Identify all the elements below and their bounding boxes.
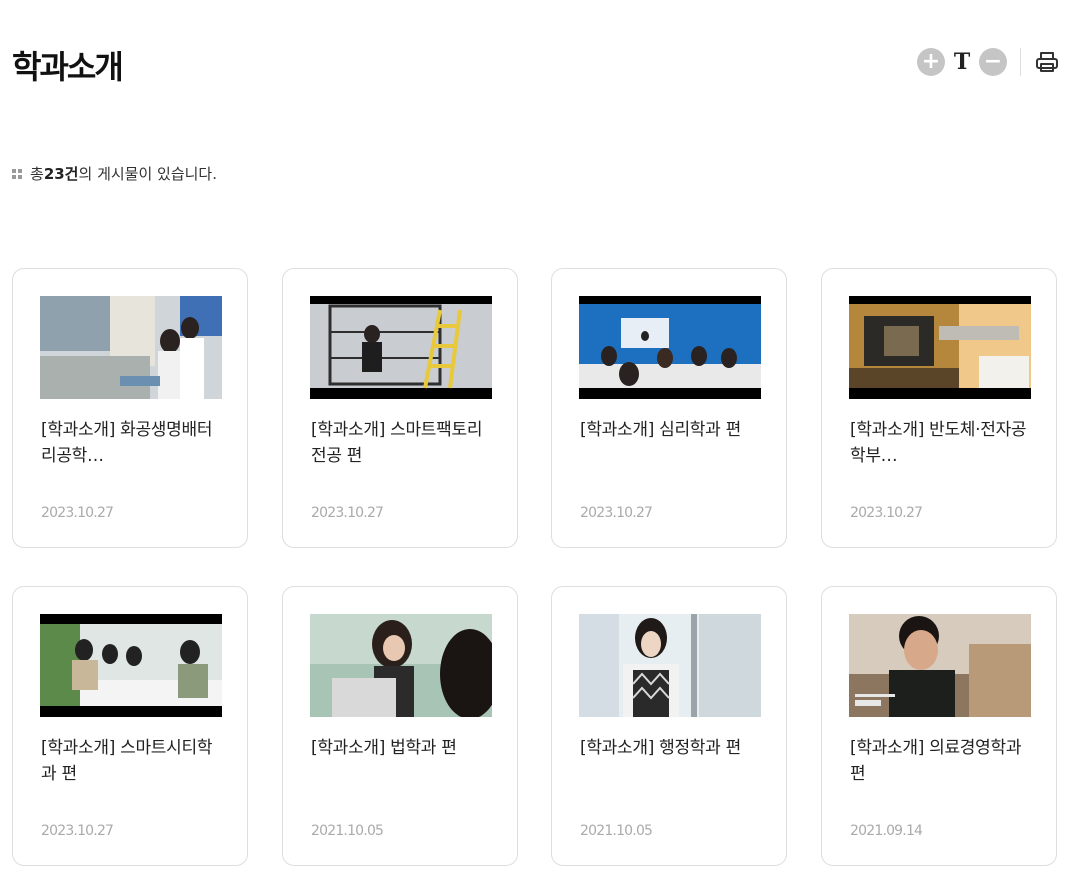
thumbnail-image	[310, 614, 492, 717]
video-card[interactable]: [학과소개] 화공생명배터리공학… 2023.10.27	[12, 268, 248, 548]
printer-icon	[1036, 52, 1058, 72]
video-card[interactable]: [학과소개] 법학과 편 2021.10.05	[282, 586, 518, 866]
count-suffix: 의 게시물이 있습니다.	[78, 165, 218, 183]
video-thumbnail[interactable]	[849, 614, 1031, 717]
count-prefix: 총	[30, 165, 44, 183]
card-date: 2023.10.27	[311, 505, 384, 521]
thumbnail-image	[849, 296, 1031, 399]
grid-dots-icon	[12, 168, 22, 179]
video-card[interactable]: [학과소개] 스마트시티학과 편 2023.10.27	[12, 586, 248, 866]
thumbnail-image	[310, 296, 492, 399]
font-tools: + T −	[917, 48, 1061, 76]
thumbnail-image	[849, 614, 1031, 717]
video-thumbnail[interactable]	[849, 296, 1031, 399]
thumbnail-image	[40, 296, 222, 399]
thumbnail-image	[579, 296, 761, 399]
thumbnail-image	[579, 614, 761, 717]
video-thumbnail[interactable]	[40, 614, 222, 717]
video-thumbnail[interactable]	[40, 296, 222, 399]
card-title[interactable]: [학과소개] 스마트팩토리전공 편	[311, 417, 496, 469]
video-thumbnail[interactable]	[579, 296, 761, 399]
video-card[interactable]: [학과소개] 심리학과 편 2023.10.27	[551, 268, 787, 548]
card-date: 2023.10.27	[41, 823, 114, 839]
card-title[interactable]: [학과소개] 심리학과 편	[580, 417, 765, 443]
tool-divider	[1020, 48, 1021, 76]
video-thumbnail[interactable]	[579, 614, 761, 717]
video-card[interactable]: [학과소개] 의료경영학과 편 2021.09.14	[821, 586, 1057, 866]
card-date: 2021.09.14	[850, 823, 923, 839]
page-title: 학과소개	[12, 48, 124, 86]
card-title[interactable]: [학과소개] 반도체·전자공학부…	[850, 417, 1035, 469]
card-title[interactable]: [학과소개] 행정학과 편	[580, 735, 765, 761]
card-date: 2023.10.27	[580, 505, 653, 521]
video-thumbnail[interactable]	[310, 614, 492, 717]
video-thumbnail[interactable]	[310, 296, 492, 399]
card-title[interactable]: [학과소개] 법학과 편	[311, 735, 496, 761]
card-title[interactable]: [학과소개] 화공생명배터리공학…	[41, 417, 226, 469]
text-size-icon: T	[953, 49, 971, 75]
print-button[interactable]	[1033, 48, 1061, 76]
video-card[interactable]: [학과소개] 스마트팩토리전공 편 2023.10.27	[282, 268, 518, 548]
zoom-in-button[interactable]: +	[917, 48, 945, 76]
thumbnail-image	[40, 614, 222, 717]
card-date: 2021.10.05	[311, 823, 384, 839]
card-title[interactable]: [학과소개] 스마트시티학과 편	[41, 735, 226, 787]
card-date: 2023.10.27	[850, 505, 923, 521]
count-value: 23건	[43, 165, 79, 183]
card-date: 2021.10.05	[580, 823, 653, 839]
card-date: 2023.10.27	[41, 505, 114, 521]
video-card[interactable]: [학과소개] 행정학과 편 2021.10.05	[551, 586, 787, 866]
zoom-out-button[interactable]: −	[979, 48, 1007, 76]
video-card[interactable]: [학과소개] 반도체·전자공학부… 2023.10.27	[821, 268, 1057, 548]
post-count: 총 23건 의 게시물이 있습니다.	[12, 163, 217, 184]
card-title[interactable]: [학과소개] 의료경영학과 편	[850, 735, 1035, 787]
